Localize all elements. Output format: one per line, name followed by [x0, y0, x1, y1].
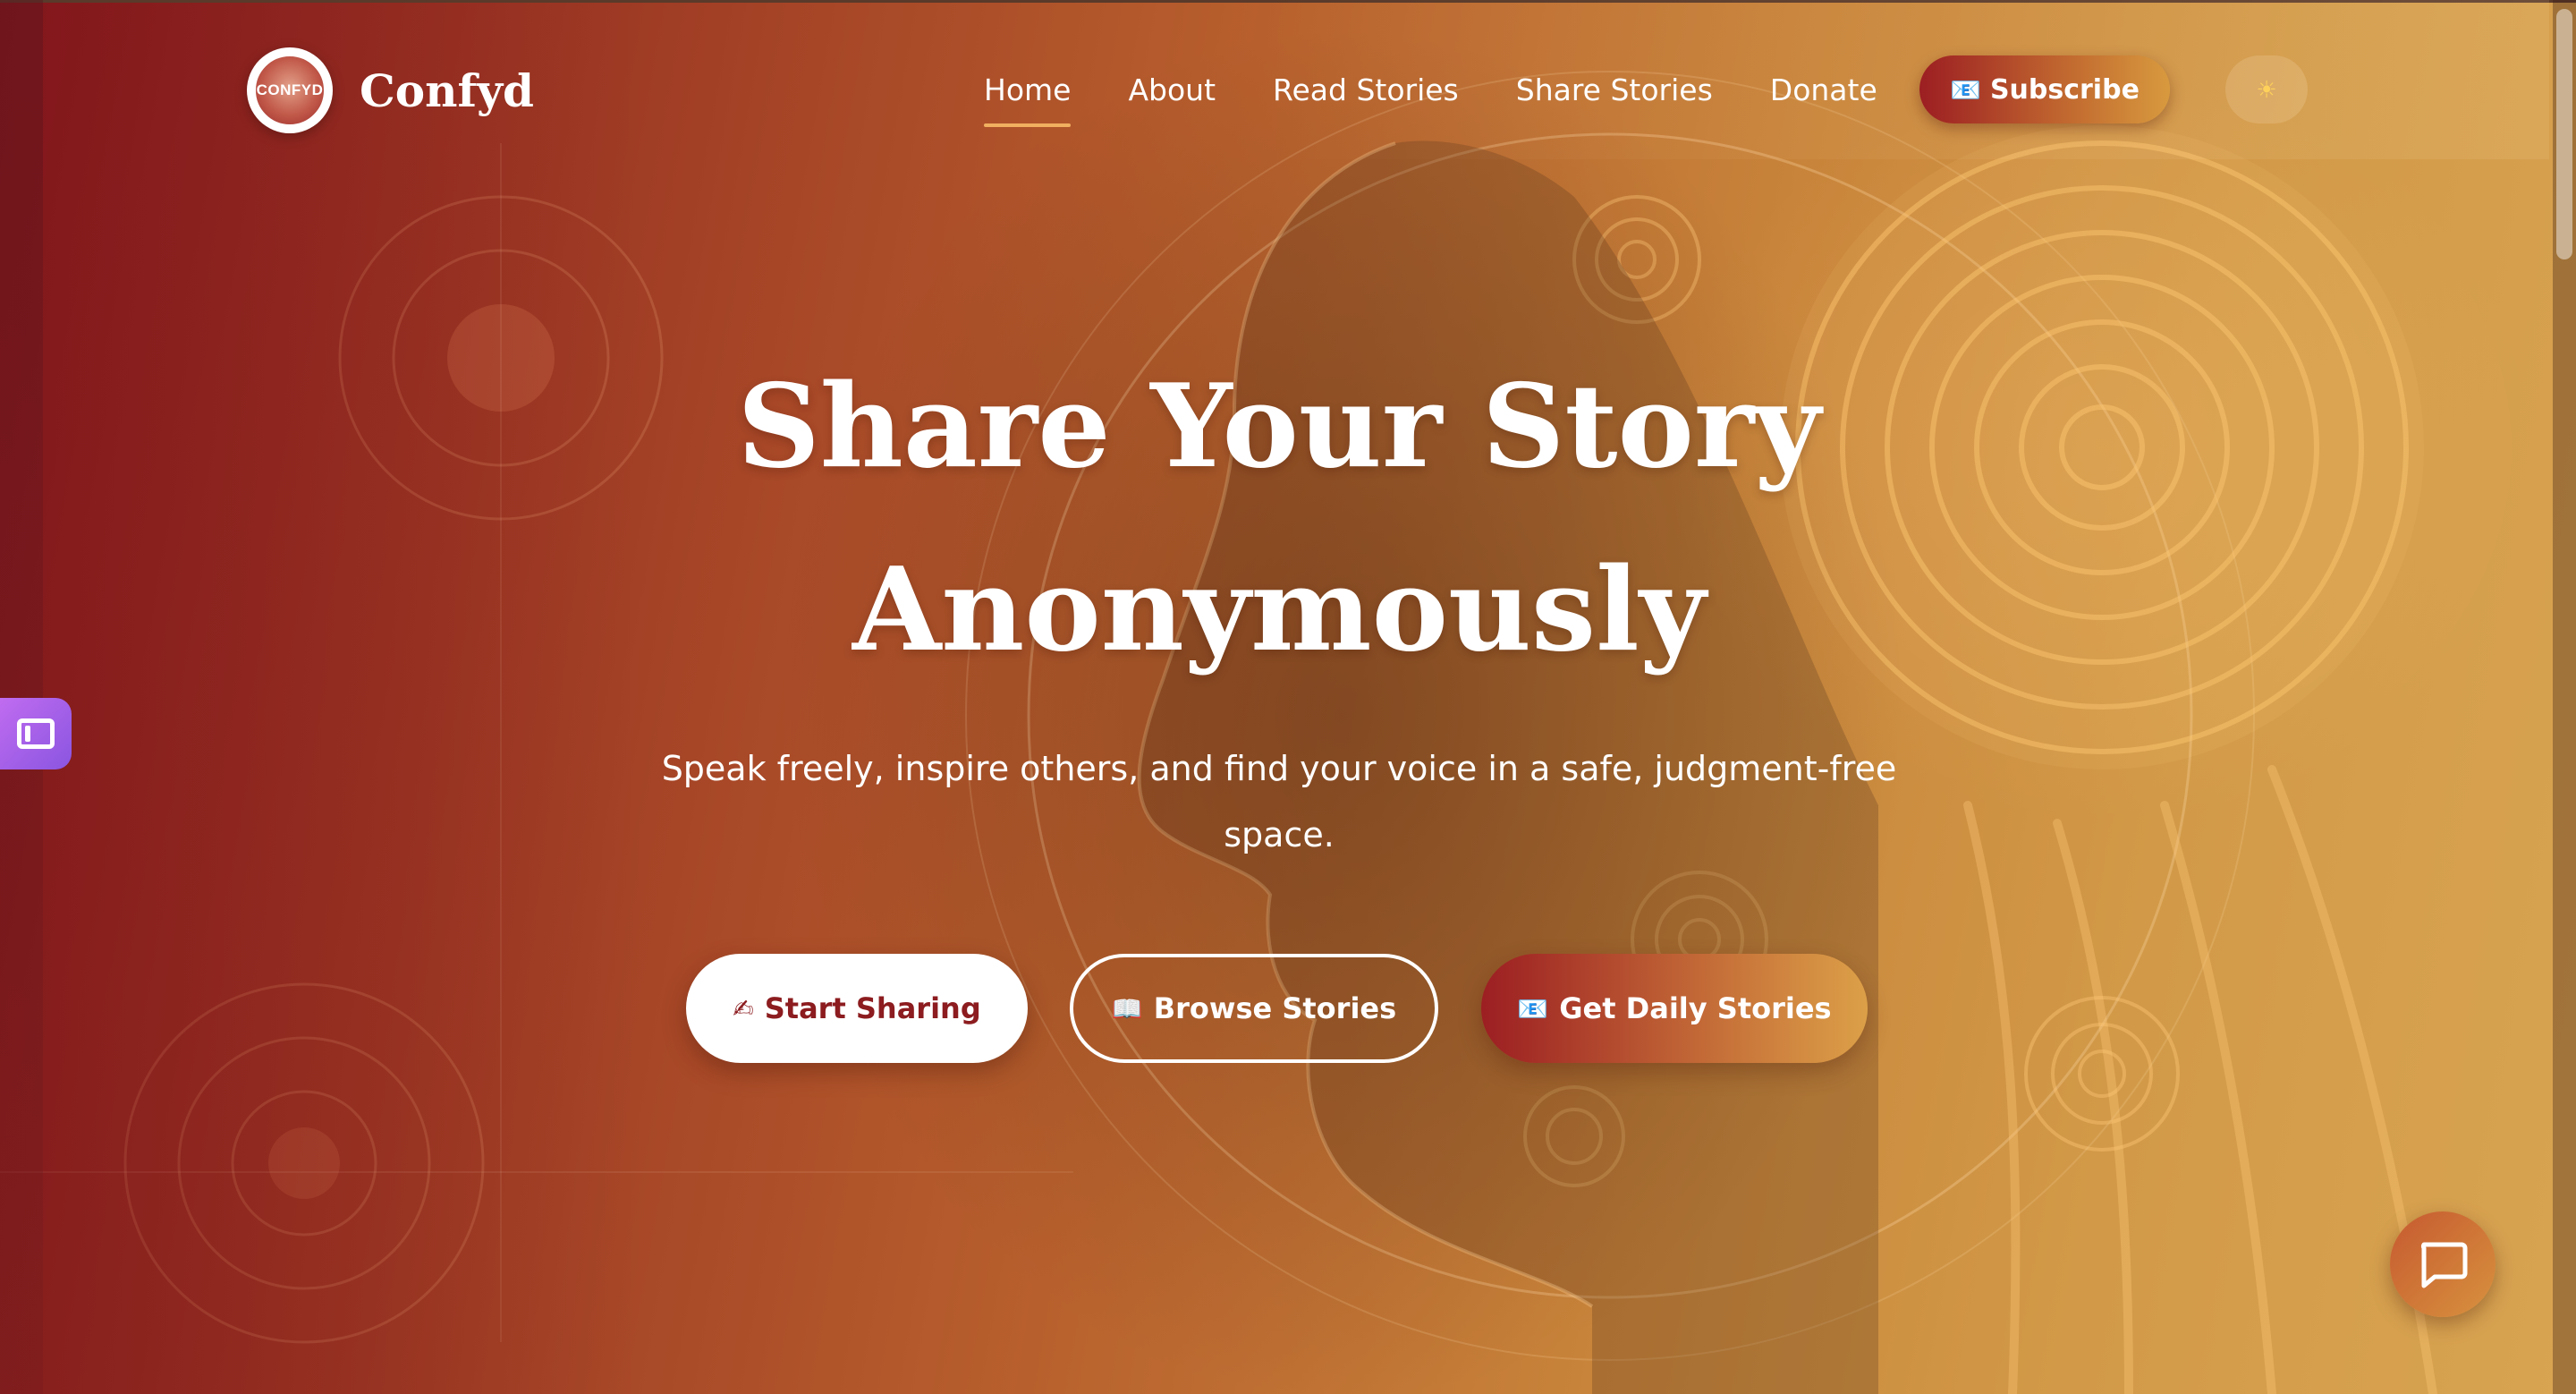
chat-button[interactable] — [2390, 1211, 2496, 1317]
start-sharing-label: Start Sharing — [764, 991, 981, 1025]
brand-home-link[interactable]: CONFYD Confyd — [247, 45, 534, 136]
book-icon: 📖 — [1111, 993, 1143, 1024]
nav-item-home[interactable]: Home — [984, 72, 1072, 127]
nav-item-read-stories[interactable]: Read Stories — [1273, 72, 1459, 107]
hero-subtitle: Speak freely, inspire others, and find y… — [661, 749, 1897, 854]
hero-title: Share Your Story Anonymously — [572, 336, 1986, 702]
nav-item-share-stories[interactable]: Share Stories — [1516, 72, 1713, 107]
subscribe-button[interactable]: 📧 Subscribe — [1919, 55, 2170, 123]
browse-stories-label: Browse Stories — [1153, 991, 1397, 1025]
primary-nav: Home About Read Stories Share Stories Do… — [984, 55, 1935, 127]
hero-title-line-1: Share Your Story — [737, 360, 1821, 494]
brand-logo: CONFYD — [247, 47, 333, 133]
page: CONFYD Confyd Home About Read Stories Sh… — [0, 0, 2576, 1394]
browse-stories-button[interactable]: 📖 Browse Stories — [1070, 954, 1438, 1063]
sun-icon: ☀ — [2256, 75, 2277, 103]
envelope-icon: 📧 — [1517, 993, 1549, 1024]
brand-logo-text: CONFYD — [252, 53, 327, 128]
get-daily-stories-label: Get Daily Stories — [1559, 991, 1832, 1025]
brand-name: Confyd — [360, 64, 535, 117]
nav-item-about[interactable]: About — [1128, 72, 1216, 107]
writing-hand-icon: ✍ — [733, 993, 754, 1024]
navbar: CONFYD Confyd Home About Read Stories Sh… — [0, 0, 2553, 161]
start-sharing-button[interactable]: ✍ Start Sharing — [686, 954, 1028, 1063]
nav-item-donate[interactable]: Donate — [1770, 72, 1877, 107]
subscribe-label: Subscribe — [1989, 73, 2140, 106]
hero-title-line-2: Anonymously — [852, 543, 1707, 677]
theme-toggle-button[interactable]: ☀ — [2225, 55, 2308, 123]
get-daily-stories-button[interactable]: 📧 Get Daily Stories — [1481, 954, 1868, 1063]
chat-bubble-icon — [2420, 1242, 2468, 1288]
envelope-icon: 📧 — [1950, 74, 1981, 105]
side-panel-toggle[interactable] — [0, 698, 72, 769]
scrollbar-track[interactable] — [2553, 0, 2576, 1394]
scrollbar-thumb[interactable] — [2556, 9, 2572, 259]
sidebar-panel-icon — [17, 718, 55, 749]
left-edge — [0, 0, 43, 1394]
